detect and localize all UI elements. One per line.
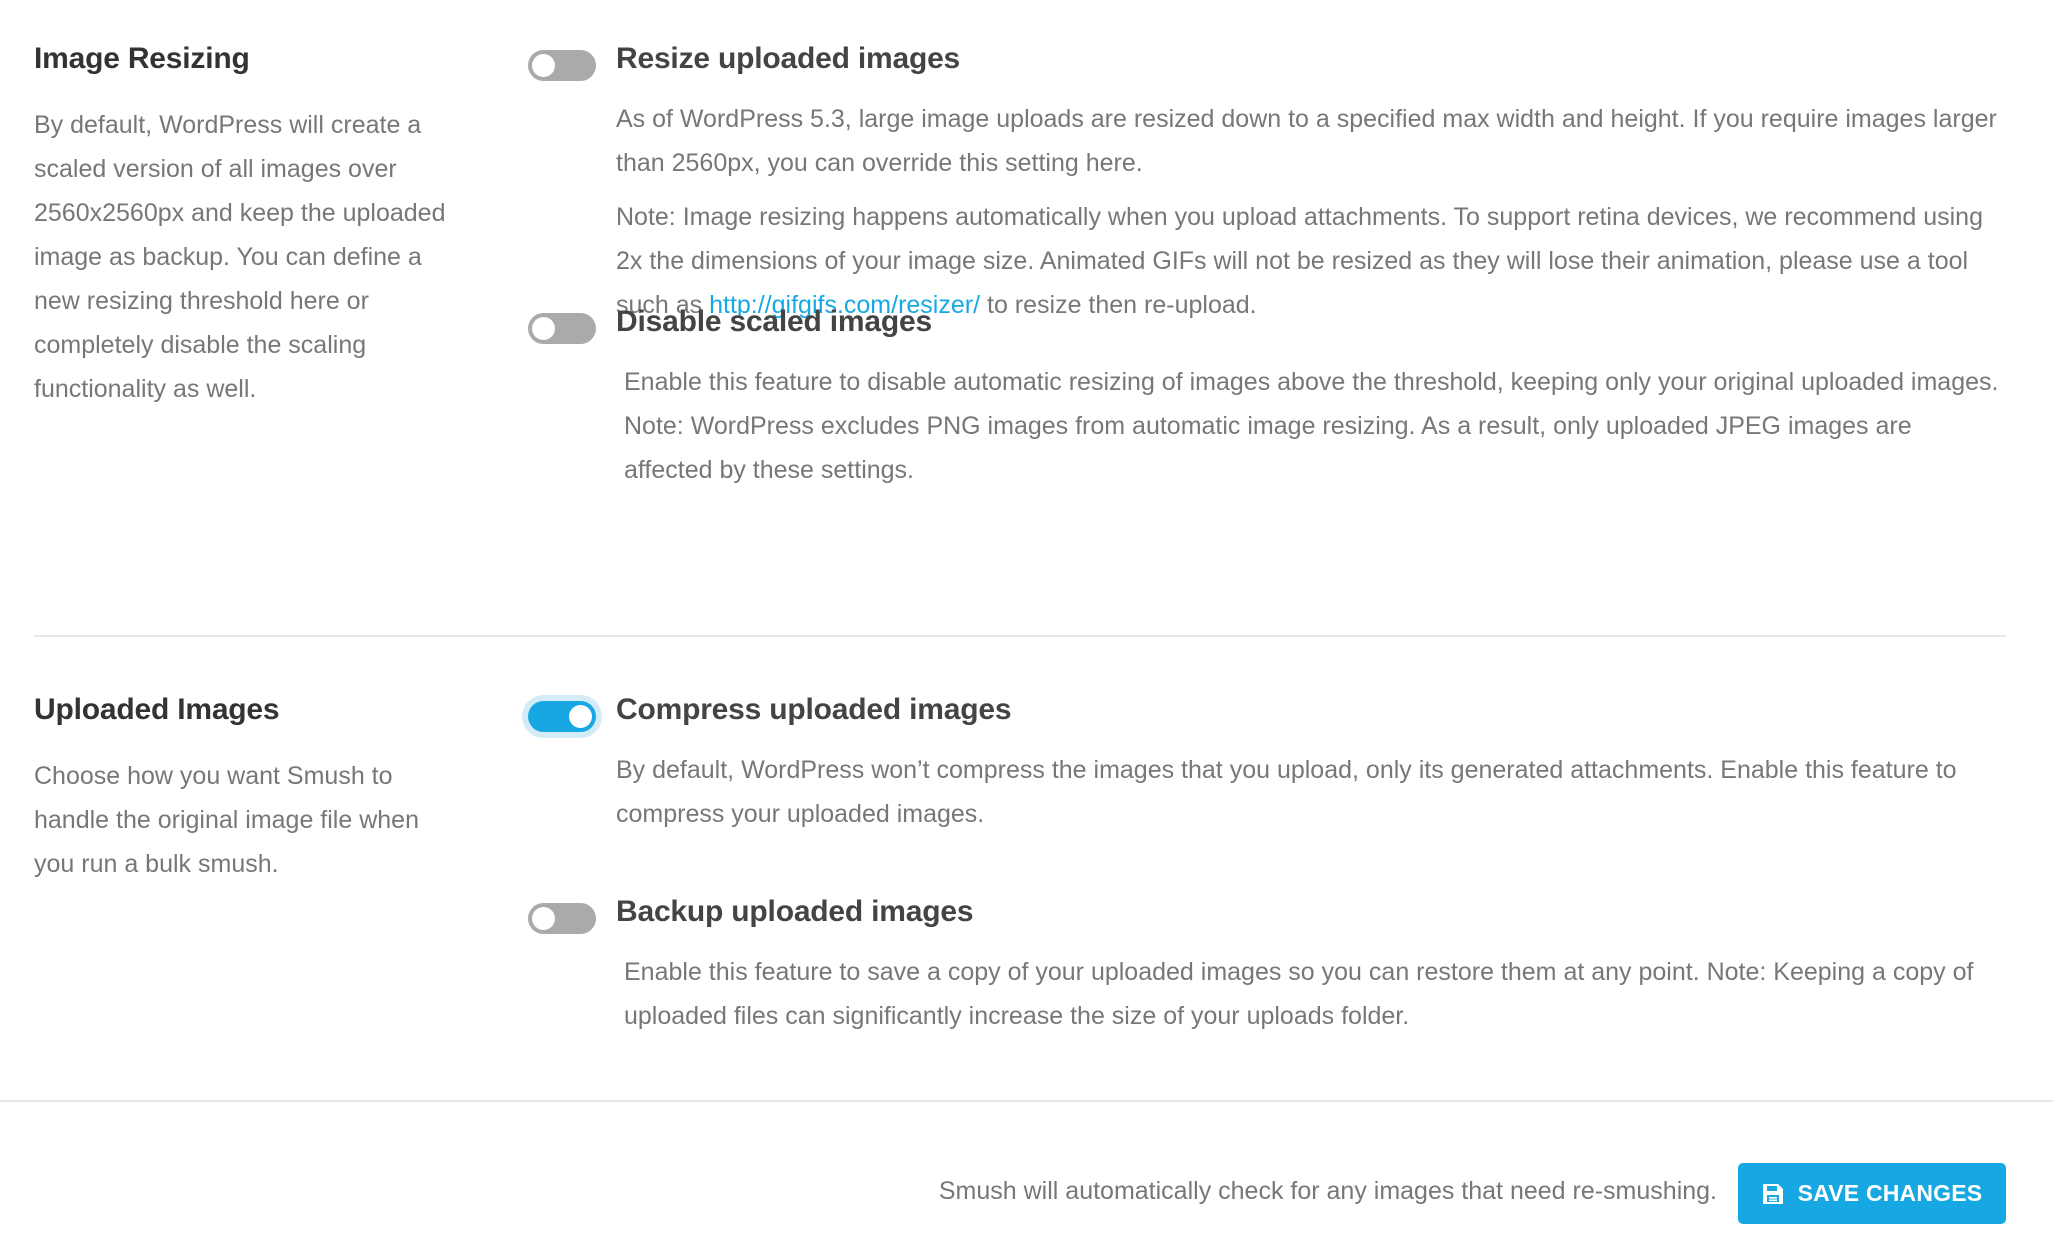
save-changes-button[interactable]: SAVE CHANGES [1738,1163,2006,1224]
uploaded-images-description: Choose how you want Smush to handle the … [34,762,419,878]
footer-divider [0,1100,2053,1102]
resize-note-suffix: to resize then re-upload. [980,291,1257,319]
toggle-knob [532,317,555,340]
toggle-knob [532,907,555,930]
backup-uploaded-images-toggle[interactable] [528,903,596,934]
backup-uploaded-images-label: Backup uploaded images [616,895,974,928]
resize-uploaded-images-label: Resize uploaded images [616,42,961,75]
image-resizing-title: Image Resizing [34,42,250,75]
floppy-disk-icon [1762,1183,1784,1205]
disable-scaled-images-toggle[interactable] [528,313,596,344]
resize-description-text: As of WordPress 5.3, large image uploads… [616,105,1997,177]
uploaded-images-title: Uploaded Images [34,693,280,726]
disable-scaled-images-description: Enable this feature to disable automatic… [624,368,1999,484]
compress-uploaded-images-toggle[interactable] [528,701,596,732]
toggle-knob [532,54,555,77]
section-divider [34,635,2006,637]
resmush-check-note: Smush will automatically check for any i… [938,1177,1717,1205]
smush-settings-page: Image Resizing By default, WordPress wil… [0,0,2053,1255]
compress-uploaded-images-description: By default, WordPress won’t compress the… [616,756,1957,828]
compress-uploaded-images-label: Compress uploaded images [616,693,1012,726]
resize-uploaded-images-description: As of WordPress 5.3, large image uploads… [616,97,2006,327]
resize-uploaded-images-toggle[interactable] [528,50,596,81]
backup-uploaded-images-description: Enable this feature to save a copy of yo… [624,958,1974,1030]
toggle-knob [569,705,592,728]
image-resizing-description: By default, WordPress will create a scal… [34,111,446,403]
save-changes-label: SAVE CHANGES [1797,1180,1983,1206]
disable-scaled-images-label: Disable scaled images [616,305,932,338]
